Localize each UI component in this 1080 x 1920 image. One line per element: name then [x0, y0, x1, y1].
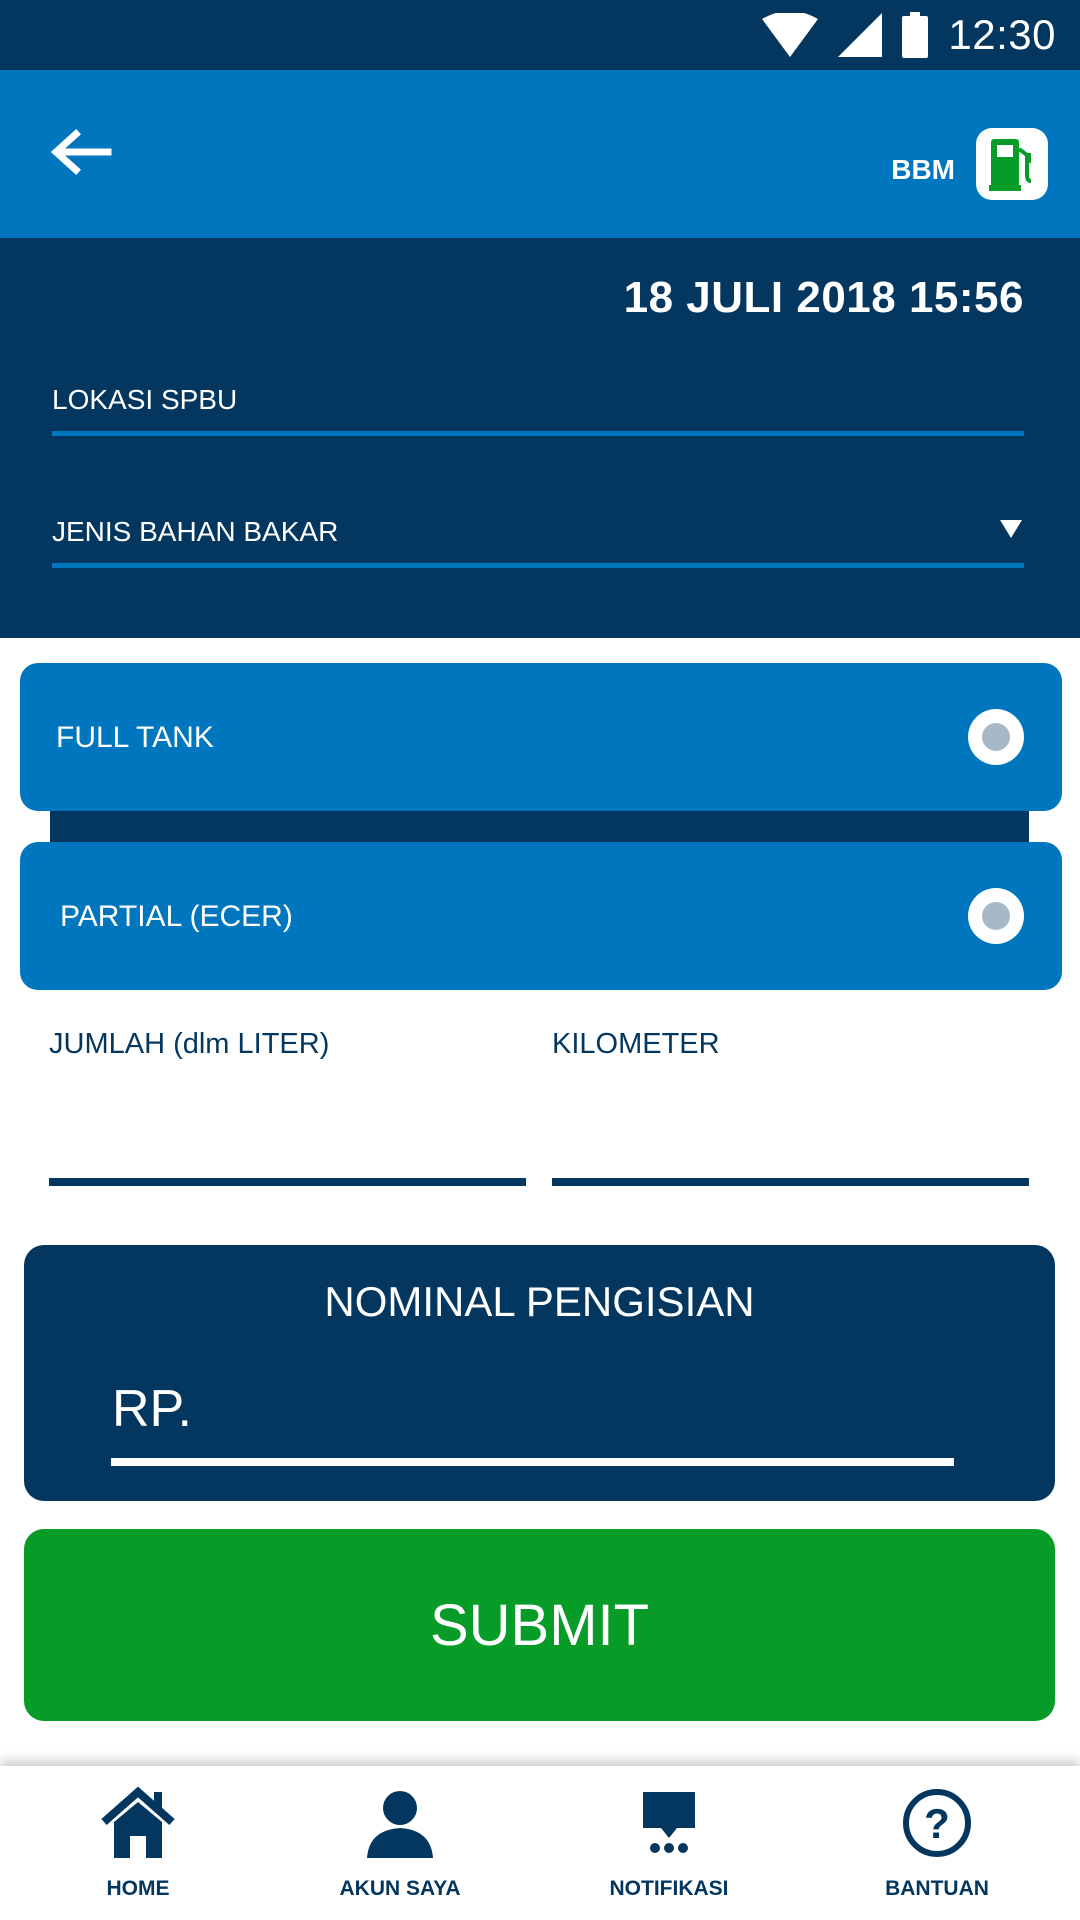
app-bar: BBM [0, 70, 1080, 238]
fuel-pump-icon [989, 139, 1032, 191]
nominal-pengisian-card: NOMINAL PENGISIAN RP. [24, 1245, 1055, 1501]
nav-akun-saya-label: AKUN SAYA [339, 1877, 461, 1900]
radio-dot [982, 902, 1010, 930]
option-full-tank[interactable]: FULL TANK [20, 663, 1062, 811]
nav-notifikasi-label: NOTIFIKASI [609, 1877, 729, 1900]
battery-icon [902, 12, 929, 58]
status-icons: 12:30 [762, 10, 1056, 60]
nominal-title: NOMINAL PENGISIAN [324, 1278, 755, 1325]
datetime-display: 18 JULI 2018 15:56 [623, 273, 1024, 322]
jenis-bahan-bakar-dropdown[interactable]: JENIS BAHAN BAKAR [52, 518, 1024, 568]
dropdown-arrow-icon [1000, 520, 1022, 538]
lokasi-spbu-label: LOKASI SPBU [52, 384, 238, 415]
option-partial-label: PARTIAL (ECER) [60, 900, 293, 933]
form-header-section: 18 JULI 2018 15:56 LOKASI SPBU JENIS BAH… [0, 238, 1080, 638]
app-bar-title: BBM [891, 154, 955, 185]
bottom-navigation: HOME AKUN SAYA NOTIFIKASI ? BANTUAN [0, 1766, 1080, 1920]
jumlah-liter-input[interactable]: JUMLAH (dlm LITER) [49, 1030, 526, 1186]
option-full-tank-label: FULL TANK [56, 721, 214, 754]
lokasi-spbu-field[interactable]: LOKASI SPBU [52, 386, 1024, 436]
radio-full-tank[interactable] [968, 709, 1024, 765]
back-arrow-icon [50, 129, 112, 175]
kilometer-input-underline [552, 1178, 1029, 1186]
nominal-amount-input[interactable] [111, 1458, 954, 1466]
wifi-icon [762, 13, 819, 57]
svg-text:?: ? [924, 1800, 950, 1847]
nav-notifikasi[interactable]: NOTIFIKASI [569, 1784, 769, 1904]
nav-bantuan-label: BANTUAN [885, 1877, 989, 1900]
status-time: 12:30 [948, 11, 1056, 58]
home-icon [100, 1784, 176, 1862]
radio-dot [982, 723, 1010, 751]
cell-signal-icon [838, 13, 883, 57]
nav-home-label: HOME [106, 1877, 170, 1900]
user-icon [365, 1784, 435, 1862]
rp-prefix: RP. [112, 1380, 192, 1438]
help-icon: ? [902, 1784, 972, 1862]
nav-akun-saya[interactable]: AKUN SAYA [300, 1784, 500, 1904]
jumlah-input-underline [49, 1178, 526, 1186]
option-partial-ecer[interactable]: PARTIAL (ECER) [20, 842, 1062, 990]
radio-partial-ecer[interactable] [968, 888, 1024, 944]
fuel-badge [976, 128, 1048, 200]
back-button[interactable] [44, 122, 116, 182]
status-bar: 12:30 [0, 0, 1080, 70]
submit-button[interactable]: SUBMIT [24, 1529, 1055, 1721]
kilometer-label: KILOMETER [552, 1028, 720, 1060]
jumlah-liter-label: JUMLAH (dlm LITER) [49, 1028, 330, 1060]
nav-bantuan[interactable]: ? BANTUAN [837, 1784, 1037, 1904]
kilometer-input[interactable]: KILOMETER [552, 1030, 1029, 1186]
nav-home[interactable]: HOME [38, 1784, 238, 1904]
chat-bubble-icon [641, 1784, 697, 1862]
jenis-bahan-bakar-label: JENIS BAHAN BAKAR [52, 516, 339, 547]
